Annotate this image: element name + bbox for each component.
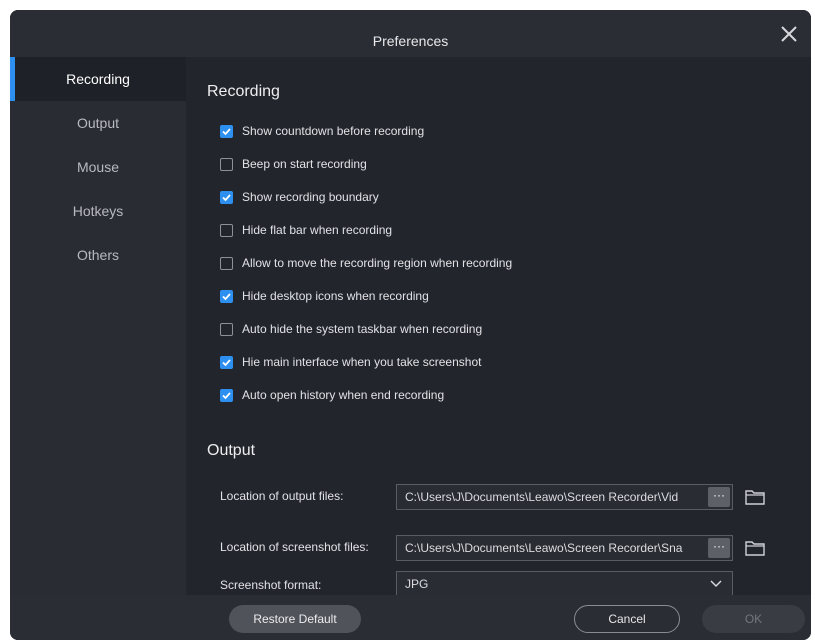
option-label: Auto hide the system taskbar when record… bbox=[242, 322, 483, 336]
checkbox-unchecked-icon[interactable] bbox=[220, 257, 233, 270]
sidebar-item-label: Output bbox=[76, 115, 120, 131]
sidebar-item-label: Hotkeys bbox=[72, 203, 124, 219]
sidebar-item-others[interactable]: Others bbox=[10, 233, 186, 277]
screenshot-files-path-field[interactable]: C:\Users\J\Documents\Leawo\Screen Record… bbox=[396, 535, 733, 561]
recording-section-title: Recording bbox=[207, 83, 280, 100]
screenshot-files-label: Location of screenshot files: bbox=[220, 540, 369, 554]
cancel-button[interactable]: Cancel bbox=[574, 605, 680, 633]
sidebar-item-recording[interactable]: Recording bbox=[10, 57, 186, 101]
checkbox-unchecked-icon[interactable] bbox=[220, 224, 233, 237]
option-label: Hide flat bar when recording bbox=[242, 223, 393, 237]
sidebar-item-hotkeys[interactable]: Hotkeys bbox=[10, 189, 186, 233]
sidebar-item-label: Mouse bbox=[76, 159, 120, 175]
dialog-footer: Restore Default Cancel OK bbox=[10, 595, 811, 640]
option-label: Auto open history when end recording bbox=[242, 388, 445, 402]
screenshot-format-label: Screenshot format: bbox=[220, 578, 322, 592]
preferences-window: Preferences Recording Output Mouse Hotke… bbox=[10, 10, 811, 640]
option-label: Hide desktop icons when recording bbox=[242, 289, 429, 303]
output-files-label: Location of output files: bbox=[220, 489, 344, 503]
output-files-path-value: C:\Users\J\Documents\Leawo\Screen Record… bbox=[405, 490, 679, 504]
checkbox-checked-icon[interactable] bbox=[220, 191, 233, 204]
checkbox-checked-icon[interactable] bbox=[220, 125, 233, 138]
output-section-title: Output bbox=[207, 442, 256, 459]
sidebar-item-output[interactable]: Output bbox=[10, 101, 186, 145]
sidebar-item-mouse[interactable]: Mouse bbox=[10, 145, 186, 189]
sidebar-item-label: Recording bbox=[66, 71, 130, 87]
output-files-path-field[interactable]: C:\Users\J\Documents\Leawo\Screen Record… bbox=[396, 484, 733, 510]
option-label: Show recording boundary bbox=[242, 190, 379, 204]
chevron-down-icon bbox=[710, 580, 722, 588]
title-bar: Preferences bbox=[10, 10, 811, 57]
restore-default-button[interactable]: Restore Default bbox=[229, 605, 361, 633]
settings-panel: Recording Show countdown before recordin… bbox=[186, 57, 811, 597]
screenshot-files-path-value: C:\Users\J\Documents\Leawo\Screen Record… bbox=[405, 541, 683, 555]
folder-icon[interactable] bbox=[744, 538, 766, 558]
browse-output-button[interactable]: ··· bbox=[708, 487, 730, 507]
checkbox-checked-icon[interactable] bbox=[220, 389, 233, 402]
checkbox-checked-icon[interactable] bbox=[220, 290, 233, 303]
sidebar: Recording Output Mouse Hotkeys Others bbox=[10, 57, 186, 595]
browse-screenshot-button[interactable]: ··· bbox=[708, 538, 730, 558]
sidebar-item-label: Others bbox=[76, 247, 119, 263]
option-label: Beep on start recording bbox=[242, 157, 367, 171]
checkbox-unchecked-icon[interactable] bbox=[220, 158, 233, 171]
option-label: Allow to move the recording region when … bbox=[242, 256, 513, 270]
option-label: Hie main interface when you take screens… bbox=[242, 355, 482, 369]
folder-icon[interactable] bbox=[744, 487, 766, 507]
screenshot-format-select[interactable]: JPG bbox=[396, 571, 733, 597]
checkbox-checked-icon[interactable] bbox=[220, 356, 233, 369]
active-indicator bbox=[10, 57, 15, 101]
checkbox-unchecked-icon[interactable] bbox=[220, 323, 233, 336]
ok-button[interactable]: OK bbox=[702, 605, 805, 633]
screenshot-format-value: JPG bbox=[405, 577, 429, 591]
option-label: Show countdown before recording bbox=[242, 124, 425, 138]
close-icon[interactable] bbox=[775, 22, 803, 48]
